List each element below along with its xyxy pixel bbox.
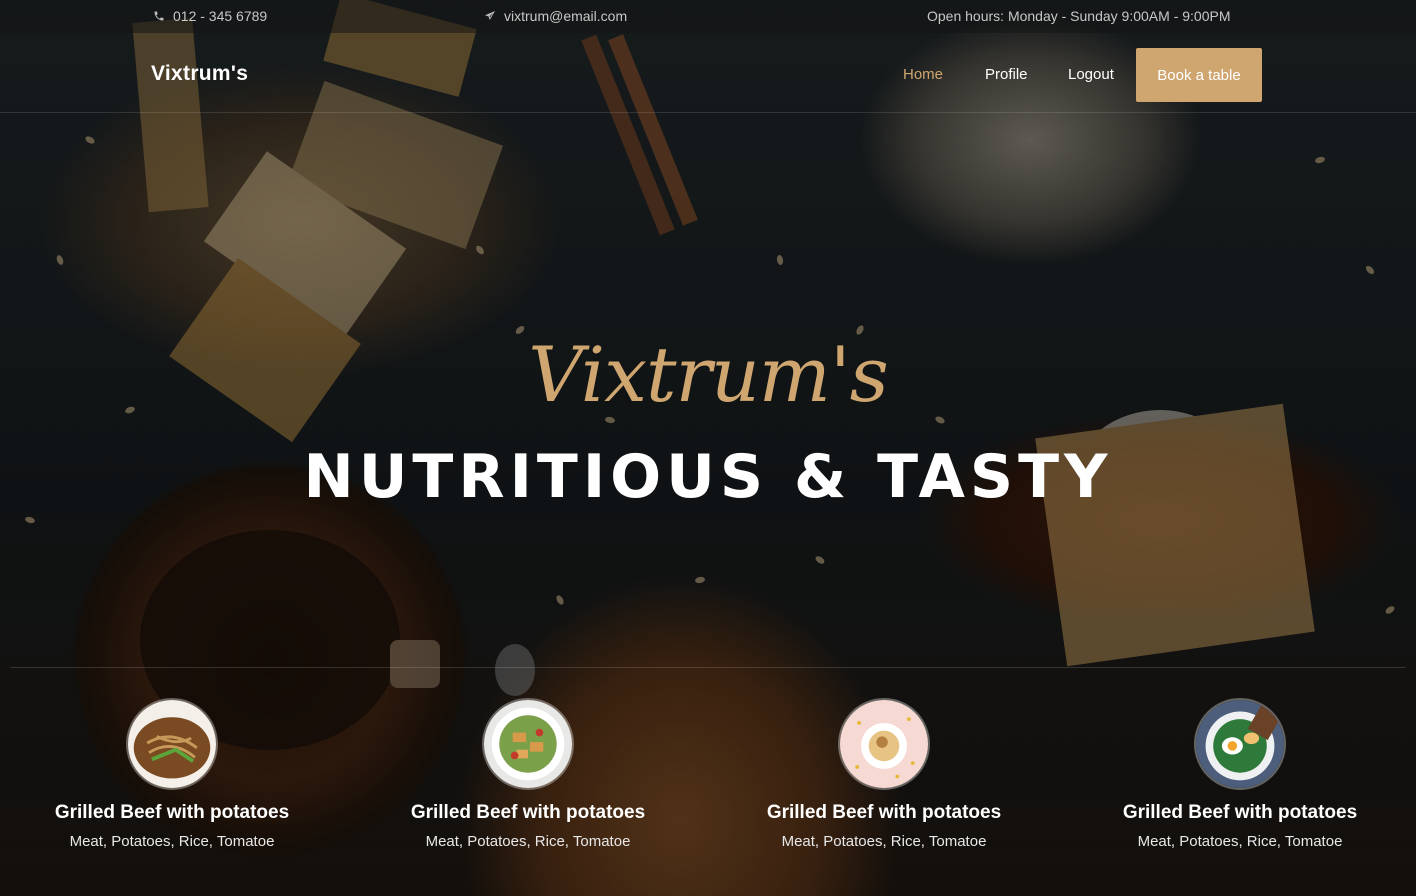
top-info-bar: 012 - 345 6789 vixtrum@email.com Open ho… xyxy=(0,0,1416,33)
dish-card[interactable]: Grilled Beef with potatoes Meat, Potatoe… xyxy=(0,698,350,850)
dish-name: Grilled Beef with potatoes xyxy=(1122,802,1358,823)
hero-script-title: Vixtrum's xyxy=(528,330,889,419)
dish-image xyxy=(482,698,574,790)
dish-name: Grilled Beef with potatoes xyxy=(410,802,646,823)
hero-title: NUTRITIOUS & TASTY xyxy=(303,442,1113,512)
phone-info: 012 - 345 6789 xyxy=(153,8,267,24)
dish-ingredients: Meat, Potatoes, Rice, Tomatoe xyxy=(425,833,631,850)
dish-image xyxy=(838,698,930,790)
book-table-button[interactable]: Book a table xyxy=(1136,48,1262,102)
dish-image xyxy=(126,698,218,790)
phone-text: 012 - 345 6789 xyxy=(173,8,268,24)
nav-link-home[interactable]: Home xyxy=(903,66,943,83)
dish-name: Grilled Beef with potatoes xyxy=(54,802,290,823)
dish-card[interactable]: Grilled Beef with potatoes Meat, Potatoe… xyxy=(706,698,1062,850)
dish-card[interactable]: Grilled Beef with potatoes Meat, Potatoe… xyxy=(350,698,706,850)
email-info: vixtrum@email.com xyxy=(484,8,627,24)
hours-info: Open hours: Monday - Sunday 9:00AM - 9:0… xyxy=(927,8,1231,24)
dish-ingredients: Meat, Potatoes, Rice, Tomatoe xyxy=(69,833,275,850)
hours-text: Open hours: Monday - Sunday 9:00AM - 9:0… xyxy=(927,8,1231,24)
brand-logo[interactable]: Vixtrum's xyxy=(151,62,248,86)
dish-name: Grilled Beef with potatoes xyxy=(766,802,1002,823)
phone-icon xyxy=(154,11,164,21)
section-divider xyxy=(10,667,1406,668)
nav-link-profile[interactable]: Profile xyxy=(985,66,1028,83)
dish-card[interactable]: Grilled Beef with potatoes Meat, Potatoe… xyxy=(1062,698,1416,850)
dish-ingredients: Meat, Potatoes, Rice, Tomatoe xyxy=(781,833,987,850)
navbar: Vixtrum's Home Profile Logout Book a tab… xyxy=(0,33,1416,113)
paper-plane-icon xyxy=(485,11,495,20)
dish-image xyxy=(1194,698,1286,790)
nav-link-logout[interactable]: Logout xyxy=(1068,66,1114,83)
dish-ingredients: Meat, Potatoes, Rice, Tomatoe xyxy=(1137,833,1343,850)
email-text[interactable]: vixtrum@email.com xyxy=(504,8,627,24)
